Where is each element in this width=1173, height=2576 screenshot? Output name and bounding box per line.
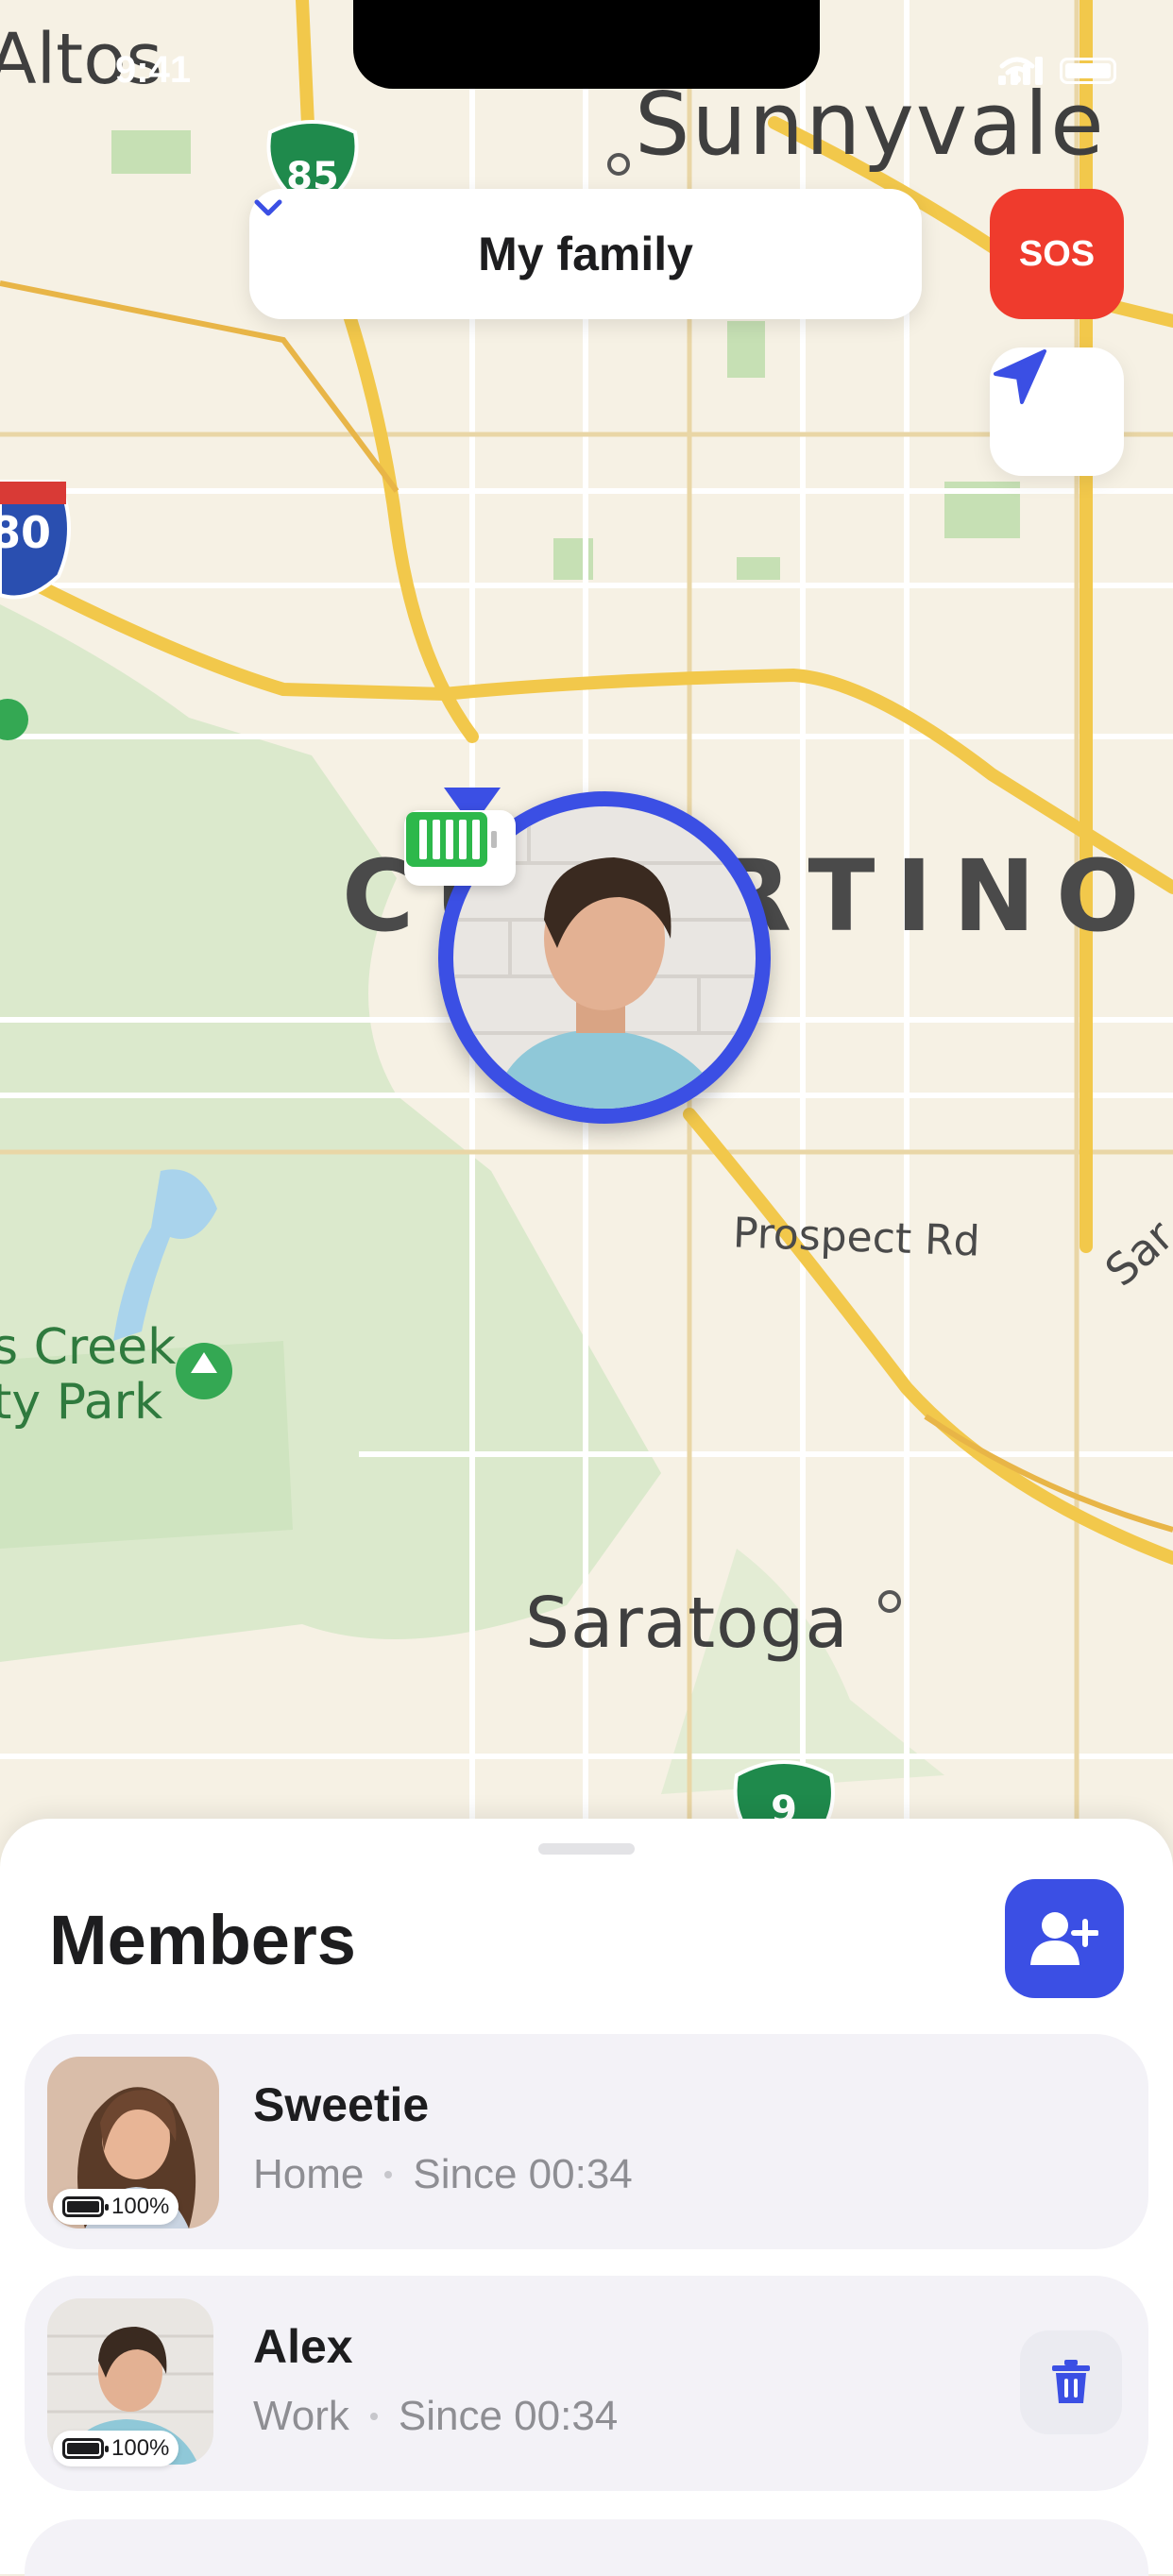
battery-full-icon bbox=[406, 812, 497, 867]
sheet-grabber[interactable] bbox=[538, 1843, 635, 1855]
chevron-down-icon bbox=[254, 199, 282, 216]
status-icons bbox=[998, 57, 1116, 85]
member-status: Work Since 00:34 bbox=[253, 2393, 618, 2440]
add-member-button[interactable] bbox=[1005, 1879, 1124, 1998]
add-person-icon bbox=[1030, 1912, 1098, 1965]
separator-dot bbox=[384, 2171, 393, 2178]
sos-button[interactable]: SOS bbox=[990, 189, 1124, 319]
locate-me-button[interactable] bbox=[990, 347, 1124, 476]
map-label-saratoga: Saratoga bbox=[525, 1583, 849, 1664]
member-battery-value: 100% bbox=[111, 2435, 170, 2461]
member-card-alex[interactable]: 100% Alex Work Since 00:34 bbox=[25, 2276, 1148, 2491]
member-name: Sweetie bbox=[253, 2078, 430, 2131]
family-selector[interactable]: My family bbox=[249, 189, 922, 319]
member-since: Since 00:34 bbox=[413, 2151, 633, 2197]
member-battery-badge: 100% bbox=[53, 2189, 179, 2225]
member-name: Alex bbox=[253, 2320, 353, 2373]
members-title: Members bbox=[49, 1901, 356, 1979]
map-label-prospect-rd: Prospect Rd bbox=[732, 1209, 981, 1266]
family-selector-label: My family bbox=[478, 228, 693, 280]
member-card-peek[interactable] bbox=[25, 2519, 1148, 2576]
separator-dot bbox=[369, 2413, 378, 2420]
member-place: Work bbox=[253, 2393, 349, 2439]
trash-icon bbox=[1052, 2360, 1090, 2403]
member-battery-value: 100% bbox=[111, 2194, 170, 2219]
device-notch bbox=[353, 0, 820, 89]
hw280-label: 80 bbox=[0, 507, 51, 558]
status-time: 9:41 bbox=[115, 49, 192, 91]
members-sheet[interactable]: Members 100% Sweetie Home Since 00:34 10… bbox=[0, 1819, 1173, 2574]
member-since: Since 00:34 bbox=[398, 2393, 619, 2439]
map-label-creek-park: s Creek ty Park bbox=[0, 1319, 177, 1431]
member-map-marker[interactable] bbox=[404, 788, 790, 1177]
wifi-icon bbox=[999, 57, 1035, 83]
map-view[interactable]: 85 80 9 Altos Sunnyvale CUPERTINO Prospe… bbox=[0, 0, 1173, 1851]
battery-icon bbox=[1060, 58, 1116, 84]
marker-battery-indicator bbox=[404, 810, 516, 886]
delete-member-button[interactable] bbox=[1020, 2330, 1122, 2434]
member-card-sweetie[interactable]: 100% Sweetie Home Since 00:34 bbox=[25, 2034, 1148, 2249]
battery-icon bbox=[62, 2438, 109, 2459]
member-battery-badge: 100% bbox=[53, 2431, 179, 2466]
navigation-arrow-icon bbox=[994, 349, 1046, 404]
member-place: Home bbox=[253, 2151, 365, 2197]
member-status: Home Since 00:34 bbox=[253, 2151, 633, 2198]
map-label-sunnyvale: Sunnyvale bbox=[635, 74, 1106, 175]
battery-icon bbox=[62, 2196, 109, 2217]
